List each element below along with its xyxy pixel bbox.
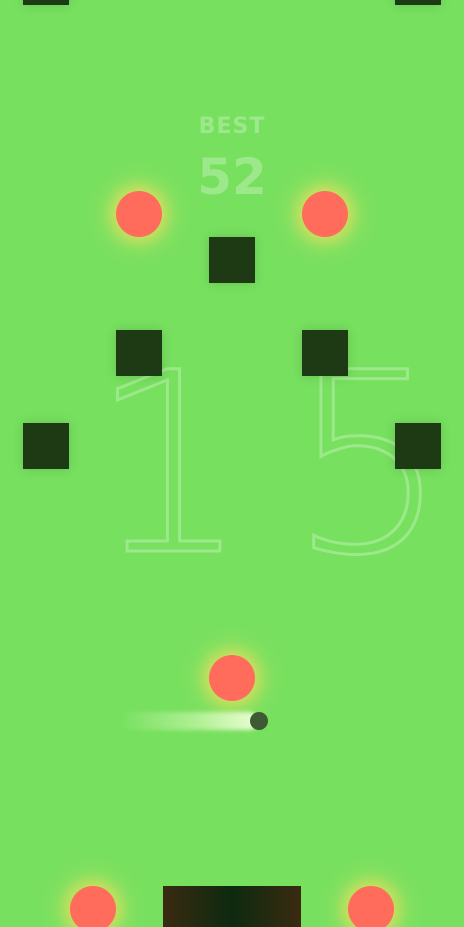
game-canvas[interactable]: BEST 52 15	[0, 0, 464, 927]
best-score: 52	[197, 148, 267, 206]
player-ball	[250, 712, 268, 730]
glowing-orb	[116, 191, 162, 237]
glowing-orb	[209, 655, 255, 701]
current-score: 15	[89, 319, 464, 610]
obstacle-block	[395, 0, 441, 5]
obstacle-block	[302, 330, 348, 376]
obstacle-block	[209, 237, 255, 283]
glowing-orb	[348, 886, 394, 927]
obstacle-block	[116, 330, 162, 376]
best-label: BEST	[198, 114, 266, 139]
obstacle-block	[23, 423, 69, 469]
ball-trail	[118, 712, 258, 730]
obstacle-block	[23, 0, 69, 5]
glowing-orb	[302, 191, 348, 237]
obstacle-block	[395, 423, 441, 469]
bottom-bar-obstacle	[163, 886, 301, 927]
glowing-orb	[70, 886, 116, 927]
